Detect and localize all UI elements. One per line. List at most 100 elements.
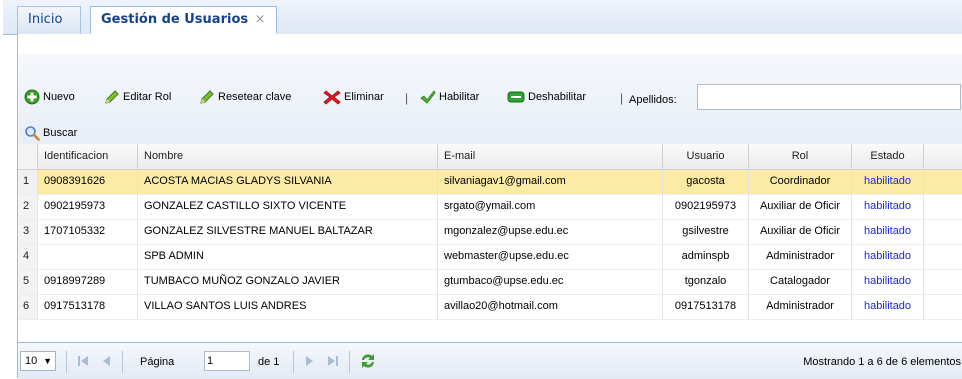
cell-email: mgonzalez@upse.edu.ec (438, 220, 663, 244)
cell-identificacion: 0908391626 (38, 170, 138, 194)
row-number: 3 (18, 220, 38, 244)
row-number: 5 (18, 270, 38, 294)
cell-email: avillao20@hotmail.com (438, 295, 663, 319)
cell-estado[interactable]: habilitado (852, 220, 924, 244)
cell-email: gtumbaco@upse.edu.ec (438, 270, 663, 294)
cell-nombre: TUMBACO MUÑOZ GONZALO JAVIER (138, 270, 438, 294)
resetear-clave-label: Resetear clave (218, 91, 292, 103)
table-row[interactable]: 4 SPB ADMIN webmaster@upse.edu.ec admins… (18, 245, 962, 270)
header-row-number (18, 144, 38, 169)
cell-estado[interactable]: habilitado (852, 270, 924, 294)
cell-nombre: GONZALEZ CASTILLO SIXTO VICENTE (138, 195, 438, 219)
cell-identificacion: 0918997289 (38, 270, 138, 294)
pager-divider (122, 351, 123, 373)
header-estado[interactable]: Estado (852, 144, 924, 169)
cell-nombre: ACOSTA MACIAS GLADYS SILVANIA (138, 170, 438, 194)
tab-inicio-label: Inicio (28, 12, 63, 27)
pencil-icon (200, 90, 214, 104)
cell-nombre: SPB ADMIN (138, 245, 438, 269)
cell-email: srgato@ymail.com (438, 195, 663, 219)
page-total-label: de 1 (258, 356, 280, 368)
table-row[interactable]: 2 0902195973 GONZALEZ CASTILLO SIXTO VIC… (18, 195, 962, 220)
habilitar-button[interactable]: Habilitar (420, 86, 479, 108)
cell-usuario: adminspb (663, 245, 749, 269)
habilitar-label: Habilitar (439, 91, 480, 103)
next-page-icon[interactable] (304, 353, 316, 369)
editar-rol-label: Editar Rol (123, 91, 172, 103)
cell-rol: Auxiliar de Oficir (749, 220, 852, 244)
cell-estado[interactable]: habilitado (852, 170, 924, 194)
last-page-icon[interactable] (326, 353, 340, 369)
header-email[interactable]: E-mail (438, 144, 663, 169)
paging-status: Mostrando 1 a 6 de 6 elementos (803, 356, 961, 368)
cell-estado[interactable]: habilitado (852, 245, 924, 269)
cell-identificacion: 0917513178 (38, 295, 138, 319)
header-nombre[interactable]: Nombre (138, 144, 438, 169)
tab-gestion-usuarios[interactable]: Gestión de Usuarios × (90, 6, 277, 34)
buscar-label: Buscar (43, 127, 78, 139)
cell-rol: Coordinador (749, 170, 852, 194)
cell-email: silvaniagav1@gmail.com (438, 170, 663, 194)
prev-page-icon[interactable] (100, 353, 112, 369)
cell-identificacion: 0902195973 (38, 195, 138, 219)
row-number: 4 (18, 245, 38, 269)
resetear-clave-button[interactable]: Resetear clave (199, 86, 291, 108)
pencil-icon (105, 90, 119, 104)
editar-rol-button[interactable]: Editar Rol (104, 86, 171, 108)
chevron-down-icon: ▼ (43, 356, 52, 366)
app-frame: Inicio Gestión de Usuarios × Nuevo Edita… (3, 0, 962, 379)
header-identificacion[interactable]: Identificacion (38, 144, 138, 169)
table-row[interactable]: 1 0908391626 ACOSTA MACIAS GLADYS SILVAN… (18, 170, 962, 195)
cell-estado[interactable]: habilitado (852, 195, 924, 219)
pager-divider (293, 351, 294, 373)
header-rol[interactable]: Rol (749, 144, 852, 169)
cell-rol: Auxiliar de Oficir (749, 195, 852, 219)
refresh-icon[interactable] (359, 352, 377, 370)
tab-gestion-usuarios-label: Gestión de Usuarios (101, 12, 249, 27)
row-number: 2 (18, 195, 38, 219)
table-row[interactable]: 3 1707105332 GONZALEZ SILVESTRE MANUEL B… (18, 220, 962, 245)
row-number: 1 (18, 170, 38, 194)
cell-identificacion: 1707105332 (38, 220, 138, 244)
search-icon (25, 126, 40, 141)
cell-rol: Catalogador (749, 270, 852, 294)
paging-toolbar: 10 ▼ Página de 1 (18, 342, 962, 379)
table-row[interactable]: 5 0918997289 TUMBACO MUÑOZ GONZALO JAVIE… (18, 270, 962, 295)
toolbar-separator: | (620, 91, 624, 105)
nuevo-button[interactable]: Nuevo (24, 86, 75, 108)
checkmark-icon (420, 90, 436, 104)
cell-usuario: 0902195973 (663, 195, 749, 219)
cell-usuario: tgonzalo (663, 270, 749, 294)
cell-email: webmaster@upse.edu.ec (438, 245, 663, 269)
deshabilitar-button[interactable]: Deshabilitar (507, 86, 586, 108)
minus-toggle-icon (507, 91, 525, 103)
eliminar-label: Eliminar (344, 91, 384, 103)
apellidos-label: Apellidos: (629, 94, 677, 106)
page-size-value: 10 (25, 355, 38, 367)
tab-bar: Inicio Gestión de Usuarios × (3, 0, 962, 35)
cell-estado[interactable]: habilitado (852, 295, 924, 319)
cell-identificacion (38, 245, 138, 269)
pagina-label: Página (140, 356, 175, 368)
page-size-select[interactable]: 10 ▼ (20, 351, 56, 371)
header-usuario[interactable]: Usuario (663, 144, 749, 169)
close-tab-icon[interactable]: × (255, 12, 266, 27)
first-page-icon[interactable] (76, 353, 90, 369)
deshabilitar-label: Deshabilitar (528, 91, 587, 103)
cell-nombre: VILLAO SANTOS LUIS ANDRES (138, 295, 438, 319)
tab-inicio[interactable]: Inicio (17, 6, 81, 34)
cell-rol: Administrador (749, 245, 852, 269)
toolbar-separator: | (405, 91, 409, 105)
eliminar-button[interactable]: Eliminar (323, 86, 384, 108)
cell-nombre: GONZALEZ SILVESTRE MANUEL BALTAZAR (138, 220, 438, 244)
buscar-button[interactable]: Buscar (24, 122, 77, 144)
grid-header: Identificacion Nombre E-mail Usuario Rol… (18, 144, 962, 170)
apellidos-input[interactable] (697, 84, 961, 110)
pager-divider (349, 351, 350, 373)
nuevo-label: Nuevo (43, 91, 75, 103)
page-number-input[interactable] (204, 351, 250, 371)
cell-usuario: 0917513178 (663, 295, 749, 319)
table-row[interactable]: 6 0917513178 VILLAO SANTOS LUIS ANDRES a… (18, 295, 962, 320)
cell-usuario: gacosta (663, 170, 749, 194)
cell-rol: Administrador (749, 295, 852, 319)
